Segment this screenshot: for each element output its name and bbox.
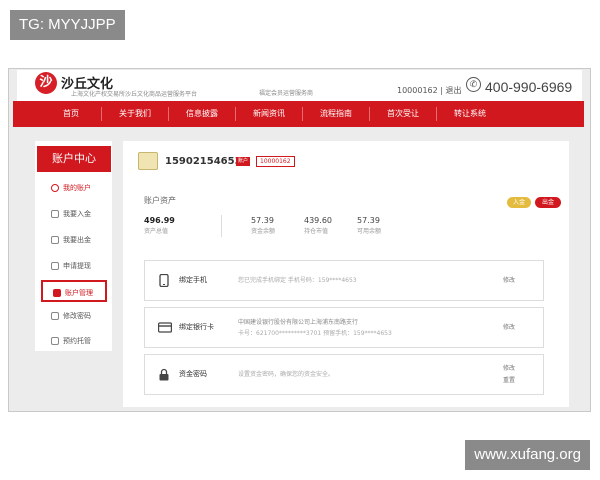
watermark-top-left: TG: MYYJJPP: [10, 10, 125, 40]
account-tag-label: 账户: [236, 157, 251, 166]
card-title: 绑定手机: [179, 276, 207, 284]
sidebar-item-label: 修改密码: [63, 312, 91, 320]
nav-item-home[interactable]: 首页: [43, 101, 99, 127]
card-description: 您已完成手机绑定 手机号码：159****4653: [238, 277, 357, 284]
nav-divider: [302, 107, 303, 121]
sidebar-item-reserve-custody[interactable]: 预约托管: [41, 330, 107, 352]
sidebar-item-account-management[interactable]: 账户管理: [41, 280, 107, 302]
fund-password-card: 资金密码 设置资金密码，确保您的资金安全。 修改 重置: [144, 354, 544, 395]
nav-item-disclosure[interactable]: 信息披露: [170, 101, 234, 127]
sidebar-item-label: 我的账户: [63, 184, 91, 192]
nav-divider: [369, 107, 370, 121]
card-description: 设置资金密码，确保您的资金安全。: [238, 371, 335, 378]
sidebar-item-deposit[interactable]: 我要入金: [41, 203, 107, 225]
apply-icon: [51, 262, 59, 270]
stat-label: 资产总值: [144, 228, 169, 235]
reserve-icon: [51, 337, 59, 345]
account-manage-icon: [53, 289, 61, 297]
bind-bank-card-card: 绑定银行卡 中国建设银行股份有限公司上海浦东南路支行 卡号：621700****…: [144, 307, 544, 348]
account-logout[interactable]: 10000162 | 退出: [397, 85, 462, 96]
bank-name: 中国建设银行股份有限公司上海浦东南路支行: [238, 319, 359, 326]
nav-divider: [168, 107, 169, 121]
lock-icon: [159, 368, 169, 381]
modify-phone-link[interactable]: 修改: [503, 275, 515, 284]
nav-divider: [436, 107, 437, 121]
reset-fund-password-link[interactable]: 重置: [503, 375, 515, 384]
mobile-phone-icon: [159, 274, 169, 287]
withdraw-icon: [51, 236, 59, 244]
stat-available-balance: 57.39 可用余额: [357, 215, 427, 237]
stat-divider: [221, 215, 222, 237]
sidebar-item-label: 我要出金: [63, 236, 91, 244]
sidebar-item-label: 账户管理: [65, 289, 93, 297]
card-details: 卡号：621700*********3701 预留手机：159****4653: [238, 330, 392, 337]
nav-item-transfer-system[interactable]: 转让系统: [438, 101, 502, 127]
main-nav: 首页 关于我们 信息披露 新闻资讯 流程指南 首次受让 转让系统: [13, 101, 584, 127]
stat-value: 496.99: [144, 216, 175, 225]
card-title: 绑定银行卡: [179, 323, 214, 331]
card-title: 资金密码: [179, 370, 207, 378]
brand-subtitle: 上海文化产权交易所沙丘文化商品运营服务平台: [71, 91, 198, 98]
account-main-panel: 15902154653 账户 10000162 账户资产 入金 出金 496.9…: [123, 141, 569, 407]
sidebar-item-label: 我要入金: [63, 210, 91, 218]
bind-phone-card: 绑定手机 您已完成手机绑定 手机号码：159****4653 修改: [144, 260, 544, 301]
sidebar-item-label: 预约托管: [63, 337, 91, 345]
stat-value: 57.39: [357, 216, 380, 225]
nav-divider: [101, 107, 102, 121]
bank-card-icon: [158, 322, 172, 333]
stat-label: 可用余额: [357, 228, 382, 235]
mobile-card-icon: [138, 152, 158, 170]
stat-total-assets: 496.99 资产总值: [144, 215, 214, 237]
site-header: 沙 沙丘文化 上海文化产权交易所沙丘文化商品运营服务平台 福定会员运营服务商 1…: [17, 70, 582, 101]
sidebar-item-withdraw[interactable]: 我要出金: [41, 229, 107, 251]
account-sidebar: 账户中心 我的账户 我要入金 我要出金 申请提现 账户管理 修改密码 预约托管: [35, 141, 112, 351]
modify-fund-password-link[interactable]: 修改: [503, 363, 515, 372]
deposit-icon: [51, 210, 59, 218]
browser-screenshot-frame: 沙 沙丘文化 上海文化产权交易所沙丘文化商品运营服务平台 福定会员运营服务商 1…: [8, 68, 591, 412]
nav-item-news[interactable]: 新闻资讯: [237, 101, 301, 127]
password-icon: [51, 312, 59, 320]
withdraw-button[interactable]: 出金: [535, 197, 561, 208]
nav-item-first-transfer[interactable]: 首次受让: [371, 101, 435, 127]
brand-logo-icon[interactable]: 沙: [35, 72, 57, 94]
sidebar-item-apply-withdrawal[interactable]: 申请提现: [41, 255, 107, 277]
nav-item-about[interactable]: 关于我们: [103, 101, 167, 127]
sidebar-item-label: 申请提现: [63, 262, 91, 270]
sidebar-item-my-account[interactable]: 我的账户: [41, 177, 107, 199]
user-phone-number: 15902154653: [165, 156, 242, 167]
nav-divider: [235, 107, 236, 121]
watermark-bottom-right: www.xufang.org: [465, 440, 590, 470]
user-icon: [51, 184, 59, 192]
assets-title: 账户资产: [144, 196, 176, 205]
modify-bank-card-link[interactable]: 修改: [503, 322, 515, 331]
nav-item-guide[interactable]: 流程指南: [304, 101, 368, 127]
header-center-text: 福定会员运营服务商: [259, 90, 314, 97]
sidebar-item-change-password[interactable]: 修改密码: [41, 305, 107, 327]
sidebar-title: 账户中心: [37, 146, 111, 172]
deposit-button[interactable]: 入金: [507, 197, 531, 208]
account-id-badge: 10000162: [256, 156, 295, 167]
phone-circle-icon: ✆: [466, 77, 481, 92]
hotline-number: 400-990-6969: [485, 79, 573, 95]
